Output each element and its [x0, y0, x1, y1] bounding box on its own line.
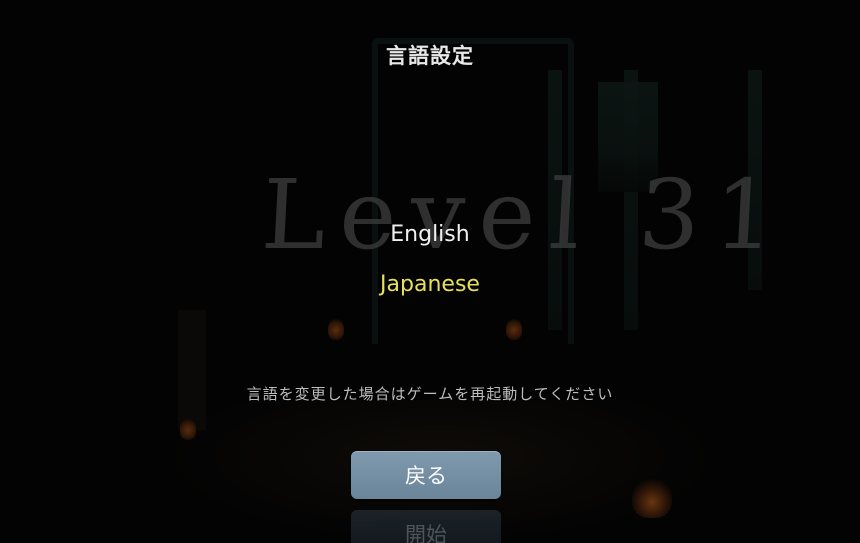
- candle-light: [328, 318, 344, 340]
- game-logo: Level 31: [259, 159, 792, 271]
- back-button[interactable]: 戻る: [351, 451, 501, 499]
- candle-light: [506, 318, 522, 340]
- language-option-japanese[interactable]: Japanese: [0, 272, 860, 297]
- language-settings-screen: 言語設定 Level 31 English Japanese 言語を変更した場合…: [0, 0, 860, 543]
- page-title: 言語設定: [386, 44, 474, 68]
- start-button[interactable]: 開始: [351, 510, 501, 543]
- language-option-english[interactable]: English: [0, 222, 860, 247]
- restart-notice: 言語を変更した場合はゲームを再起動してください: [246, 385, 614, 403]
